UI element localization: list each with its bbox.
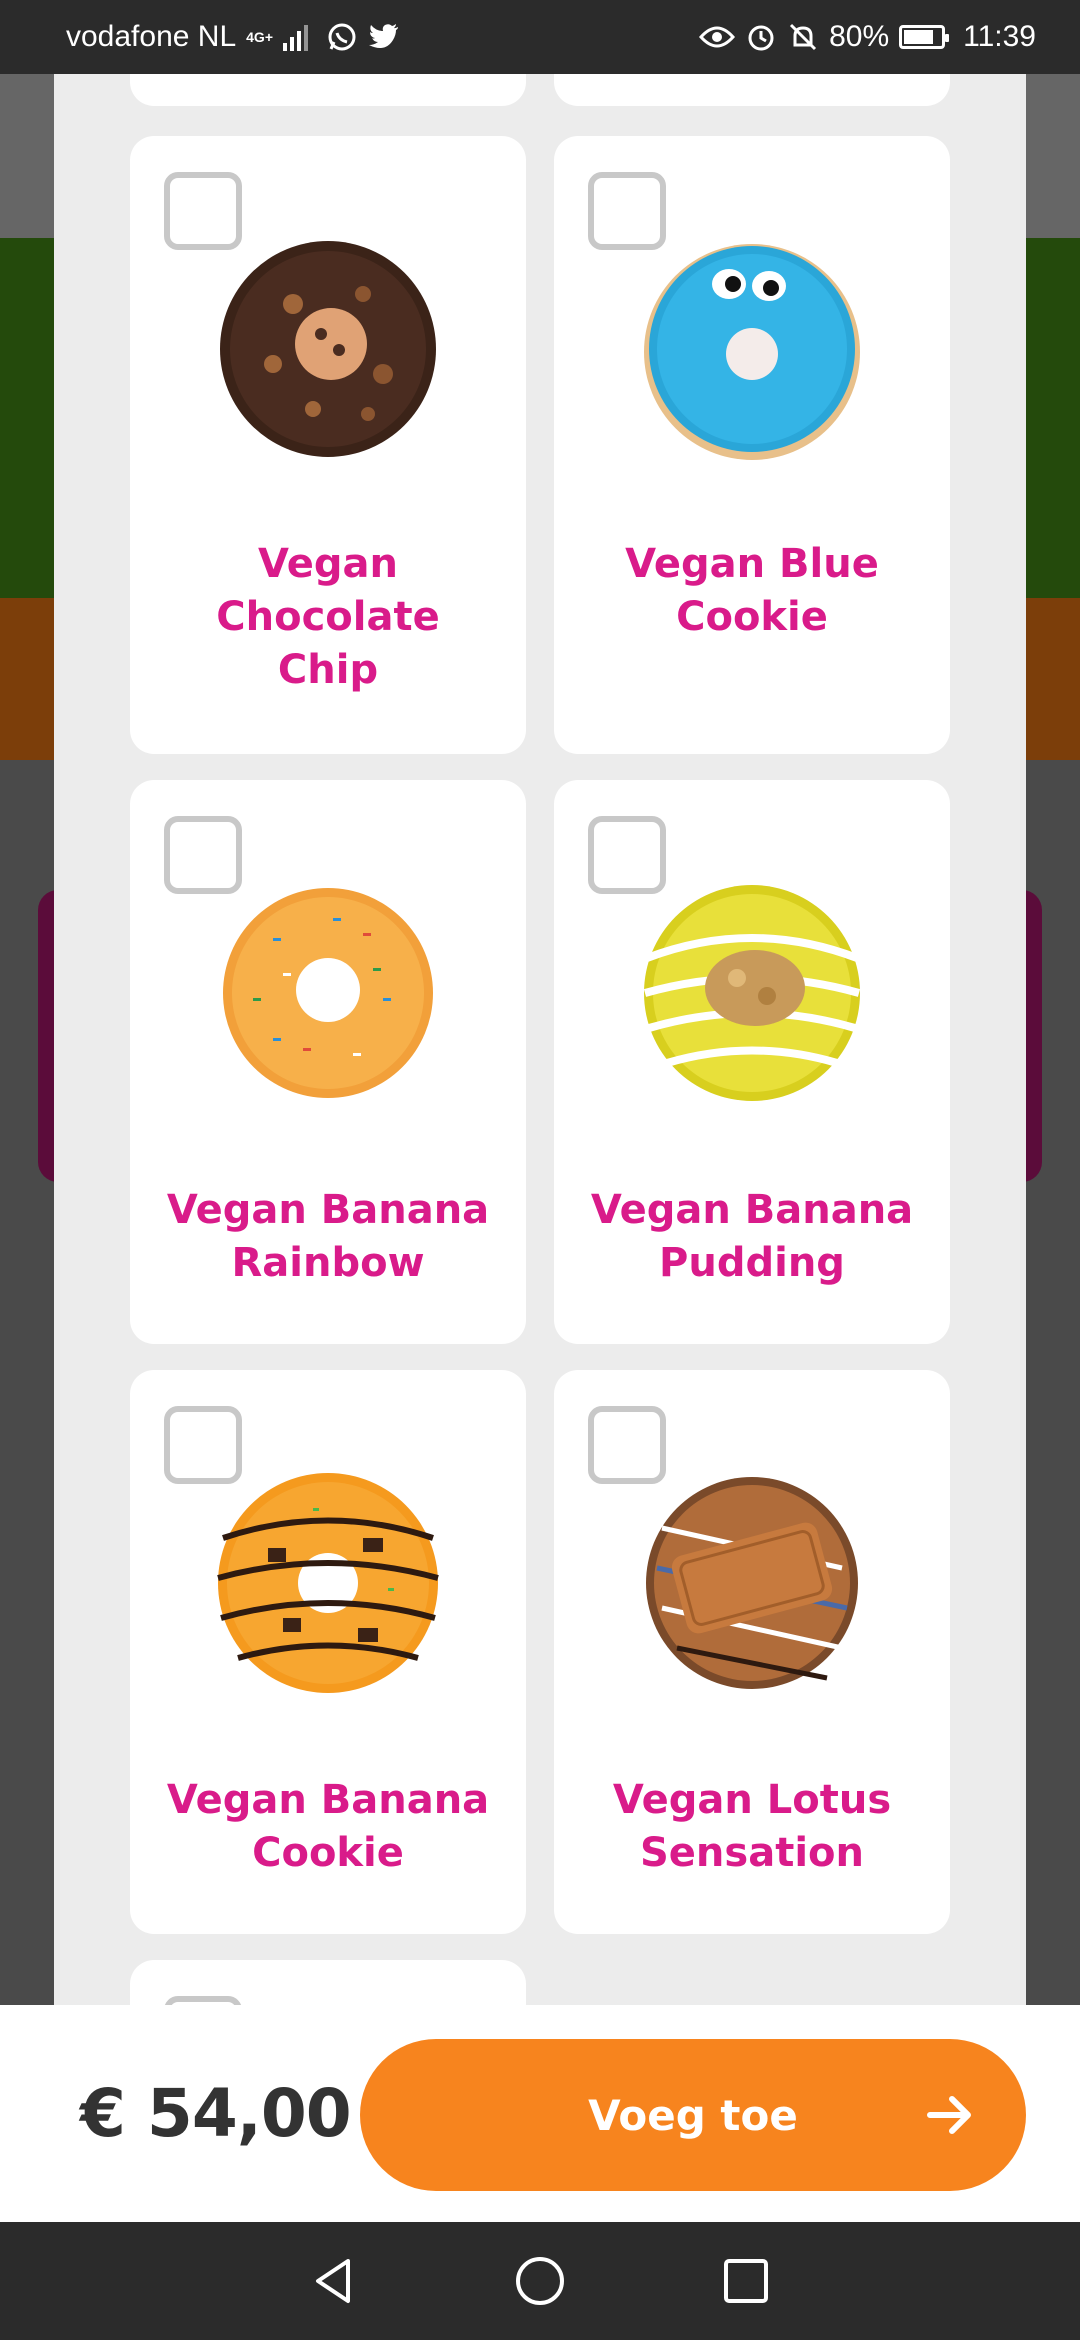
product-name-line: Cookie [676,594,828,640]
chocolate-chip-donut-image [220,241,436,457]
system-nav-bar [0,2222,1080,2340]
product-name-line: Cookie [252,1830,404,1876]
product-card-partial[interactable] [554,74,950,106]
battery-level [904,30,933,44]
product-card[interactable]: Vegan Banana Pudding [554,780,950,1344]
bottom-action-bar: € 54,00 Voeg toe [0,2005,1080,2222]
blue-cookie-donut-image [644,244,860,460]
product-picker-modal[interactable]: Vegan Chocolate Chip Vegan Blue Cookie V… [54,74,1026,2005]
product-name: Vegan Lotus Sensation [574,1774,930,1880]
product-name-line: Vegan Banana [590,1187,914,1233]
home-icon[interactable] [512,2253,568,2309]
clock: 11:39 [963,20,1036,53]
battery-percent: 80% [829,20,890,53]
product-name-line: Vegan Banana [166,1777,490,1823]
mute-bell-icon [790,23,817,51]
battery-icon [899,25,950,49]
whatsapp-icon [328,23,356,51]
product-name-line: Vegan Blue [625,541,879,587]
recents-icon[interactable] [718,2253,774,2309]
product-name: Vegan Blue Cookie [574,538,930,644]
add-to-cart-button[interactable]: Voeg toe [360,2039,1026,2191]
product-name: Vegan Chocolate Chip [150,538,506,697]
eye-icon [699,26,736,48]
banana-cookie-donut-image [217,1473,439,1693]
product-name-line: Chocolate [216,594,440,640]
product-name-line: Vegan Lotus [612,1777,892,1823]
product-card-partial[interactable] [130,74,526,106]
arrow-right-icon [927,2096,971,2134]
banana-pudding-donut-image [643,885,861,1101]
product-name: Vegan Banana Pudding [574,1184,930,1290]
product-name-line: Vegan [258,541,398,587]
carrier-label: vodafone NL [66,20,237,53]
status-bar: vodafone NL 4G+ 80% 11:39 [0,0,1080,74]
lotus-donut-image [646,1477,858,1689]
product-card[interactable]: Vegan Banana Cookie [130,1370,526,1934]
rainbow-sprinkle-donut-image [223,888,433,1098]
product-card[interactable]: Vegan Chocolate Chip [130,136,526,754]
network-type: 4G+ [246,29,273,45]
signal-icon [283,23,308,51]
product-card-partial[interactable] [130,1960,526,2005]
product-name-line: Chip [277,647,379,693]
product-name-line: Pudding [659,1240,845,1286]
product-card[interactable]: Vegan Lotus Sensation [554,1370,950,1934]
twitter-icon [369,24,398,49]
product-name-line: Rainbow [231,1240,425,1286]
product-card[interactable]: Vegan Banana Rainbow [130,780,526,1344]
total-price: € 54,00 [80,2075,352,2152]
product-checkbox[interactable] [164,1996,242,2005]
product-name: Vegan Banana Rainbow [150,1184,506,1290]
alarm-icon [748,25,774,51]
product-name-line: Vegan Banana [166,1187,490,1233]
back-icon[interactable] [306,2253,362,2309]
add-button-label: Voeg toe [588,2090,798,2140]
product-name: Vegan Banana Cookie [150,1774,506,1880]
product-card[interactable]: Vegan Blue Cookie [554,136,950,754]
product-name-line: Sensation [639,1830,864,1876]
